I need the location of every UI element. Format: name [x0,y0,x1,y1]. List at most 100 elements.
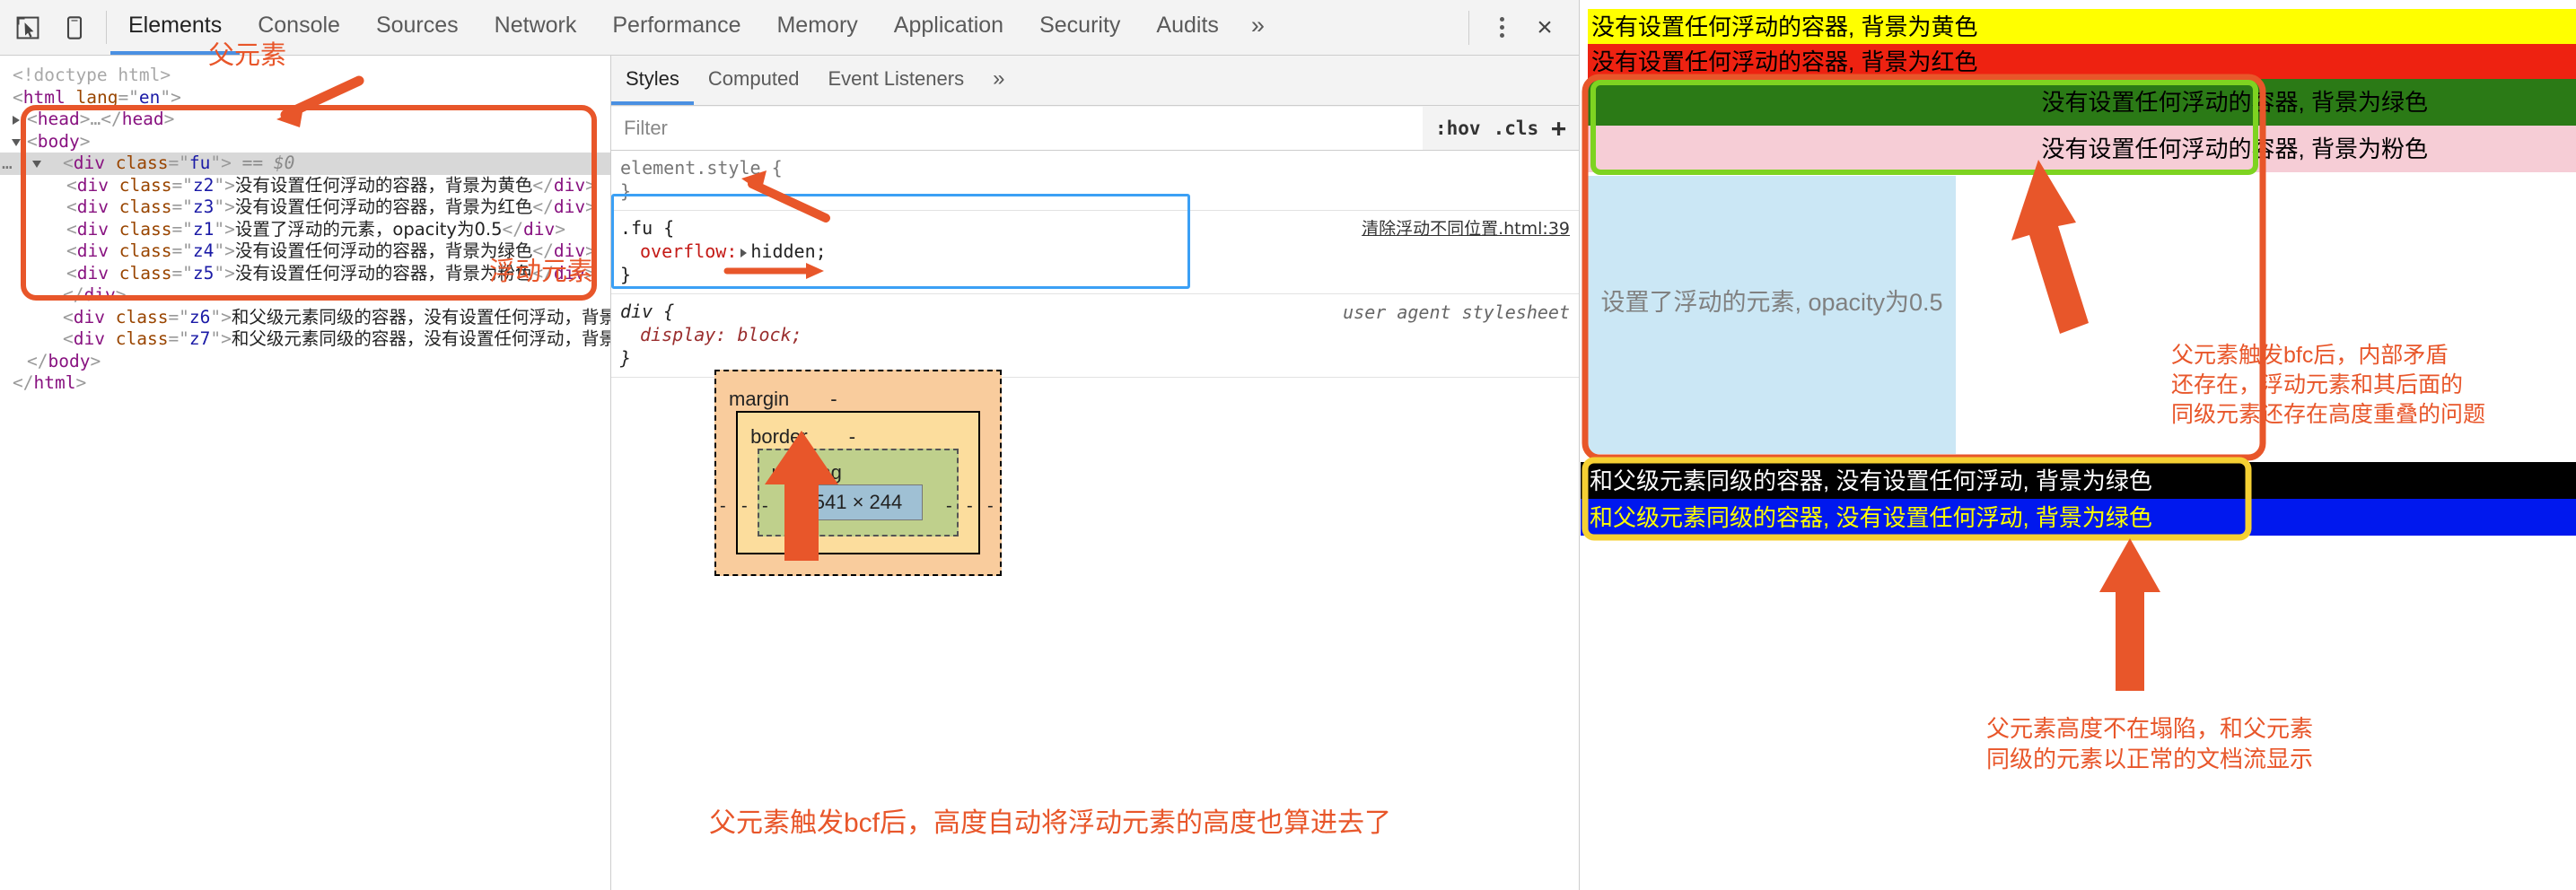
tab-application[interactable]: Application [876,0,1021,55]
attr-class-z4: class [118,240,172,261]
box-model-padding-label: padding [772,461,842,484]
tag-div-z6: div [73,306,105,327]
dom-line-div-fu-selected[interactable]: … <div class="fu"> == $0 [0,153,610,175]
dom-line-body-close[interactable]: </body> [0,351,610,373]
dom-line-div-z3[interactable]: <div class="z3">没有设置任何浮动的容器，背景为红色</div> [0,196,610,219]
text-z6: 和父级元素同级的容器，没有设置任何浮动，背景为绿色 [231,306,610,327]
attr-class-z3-value: z3 [192,196,215,217]
bfc-inner-annotation-arrow [2011,160,2089,334]
declaration-overflow-property[interactable]: overflow: [640,240,737,262]
rule-fu-selector: .fu { [620,217,675,239]
tab-security[interactable]: Security [1021,0,1138,55]
more-options-kebab-icon[interactable] [1484,10,1520,46]
annotation-float-element: 浮动元素 [489,257,594,286]
tab-event-listeners[interactable]: Event Listeners [813,56,978,105]
box-model-margin[interactable]: margin - border - padding 541 × 244 [714,370,1002,576]
scroll-ellipsis-icon: … [2,153,13,173]
attr-class-z4-value: z4 [192,240,215,261]
attr-lang: lang [75,86,118,108]
devtools-body: <!doctype html> <html lang="en"> <head>…… [0,56,1579,890]
new-style-rule-button[interactable]: + [1551,113,1566,143]
tab-audits[interactable]: Audits [1138,0,1236,55]
box-model-content-size[interactable]: 541 × 244 [793,484,924,520]
tab-computed[interactable]: Computed [694,56,814,105]
dom-line-div-z1[interactable]: <div class="z1">设置了浮动的元素，opacity为0.5</di… [0,219,610,241]
text-z2: 没有设置任何浮动的容器，背景为黄色 [234,174,533,196]
selected-node-marker: == $0 [241,153,295,173]
box-model-border[interactable]: border - padding 541 × 244 [736,411,980,554]
close-icon[interactable]: × [1525,8,1564,48]
toolbar-divider-right [1468,10,1469,45]
attr-class-z1: class [118,218,172,240]
declaration-display-property: display: [640,324,727,345]
styles-tab-list: Styles Computed Event Listeners » [611,56,1579,106]
expand-triangle-icon[interactable] [13,116,20,125]
tag-div-z5: div [76,262,109,284]
tag-div-z2: div [76,174,109,196]
styles-tab-overflow-chevron-icon[interactable]: » [978,56,1019,105]
collapse-triangle-icon-fu[interactable] [32,161,41,168]
attr-class-z2: class [118,174,172,196]
cls-toggle-button[interactable]: .cls [1494,118,1539,139]
viewport-row-z4: 没有设置任何浮动的容器, 背景为绿色 [1588,79,2576,126]
dom-line-div-z7[interactable]: <div class="z7">和父级元素同级的容器，没有设置任何浮动，背景为绿… [0,328,610,351]
tag-div-close-fu: div [83,284,116,305]
text-z5: 没有设置任何浮动的容器，背景为粉色 [234,262,533,284]
filter-input[interactable] [611,106,1423,150]
rule-fu[interactable]: 清除浮动不同位置.html:39 .fu { overflow: hidden; … [611,211,1579,294]
viewport-row-z6: 和父级元素同级的容器, 没有设置任何浮动, 背景为绿色 [1581,462,2576,499]
attr-lang-value: en [138,86,161,108]
attr-class-z6: class [115,306,169,327]
viewport-row-z2-text: 没有设置任何浮动的容器, 背景为黄色 [1591,13,1978,40]
tab-network[interactable]: Network [477,0,595,55]
tab-overflow-chevron-icon[interactable]: » [1237,0,1279,55]
styles-filter-bar: :hov .cls + [611,106,1579,151]
rule-fu-close: } [620,264,632,285]
rule-div-user-agent[interactable]: user agent stylesheet div { display: blo… [611,294,1579,378]
browser-viewport: 没有设置任何浮动的容器, 背景为黄色 没有设置任何浮动的容器, 背景为红色 没有… [1581,0,2576,890]
attr-class-z6-value: z6 [188,306,211,327]
attr-class-z7: class [115,328,169,349]
collapse-triangle-icon[interactable] [12,138,21,146]
dom-line-doctype[interactable]: <!doctype html> [0,65,610,87]
expand-shorthand-triangle-icon[interactable] [740,248,748,257]
border-right-dash: - [967,496,973,516]
dom-line-div-z6[interactable]: <div class="z6">和父级元素同级的容器，没有设置任何浮动，背景为绿… [0,307,610,329]
viewport-row-z5: 没有设置任何浮动的容器, 背景为粉色 [1588,126,2576,172]
attr-class-z5: class [118,262,172,284]
annotation-parent-element: 父元素 [208,41,287,70]
dom-line-body-open[interactable]: <body> [0,131,610,153]
no-collapse-annotation-arrow [2099,538,2160,691]
rule-fu-source-link[interactable]: 清除浮动不同位置.html:39 [1362,217,1570,240]
rule-element-style-close: } [620,180,632,202]
dom-tree: <!doctype html> <html lang="en"> <head>…… [0,56,610,395]
tab-performance[interactable]: Performance [594,0,758,55]
dom-line-head[interactable]: <head>…</head> [0,109,610,131]
box-model-padding[interactable]: padding 541 × 244 [757,449,959,537]
tab-sources[interactable]: Sources [358,0,477,55]
tab-memory[interactable]: Memory [758,0,875,55]
rule-div-close: } [620,347,632,369]
padding-label-text: padding [771,461,842,484]
inspect-cursor-icon[interactable] [13,13,43,43]
annotation-bfc-inner: 父元素触发bfc后，内部矛盾 还存在，浮动元素和其后面的 同级元素还存在高度重叠… [2171,343,2486,427]
margin-left-dash: - [720,496,726,516]
rule-element-style-selector: element.style { [620,157,783,179]
text-z7: 和父级元素同级的容器，没有设置任何浮动，背景为绿色 [231,328,610,349]
dom-line-html-close[interactable]: </html> [0,372,610,395]
hov-toggle-button[interactable]: :hov [1435,118,1481,139]
attr-class-fu: class [115,153,169,173]
rule-element-style[interactable]: element.style { } [611,151,1579,211]
viewport-row-z4-text: 没有设置任何浮动的容器, 背景为绿色 [2041,89,2428,116]
css-rules-list: element.style { } 清除浮动不同位置.html:39 .fu {… [611,151,1579,378]
dom-line-html-open[interactable]: <html lang="en"> [0,87,610,109]
declaration-overflow-value[interactable]: hidden; [750,240,826,262]
device-toolbar-icon[interactable] [59,13,90,43]
attr-class-z3: class [118,196,172,217]
viewport-row-z1-text: 设置了浮动的元素, opacity为0.5 [1600,289,1943,316]
viewport-row-z3-text: 没有设置任何浮动的容器, 背景为红色 [1591,48,1978,75]
rule-div-selector: div { [620,301,675,322]
dom-line-div-z2[interactable]: <div class="z2">没有设置任何浮动的容器，背景为黄色</div> [0,175,610,197]
styles-pane: Styles Computed Event Listeners » :hov .… [611,56,1579,890]
tab-styles[interactable]: Styles [611,56,694,105]
